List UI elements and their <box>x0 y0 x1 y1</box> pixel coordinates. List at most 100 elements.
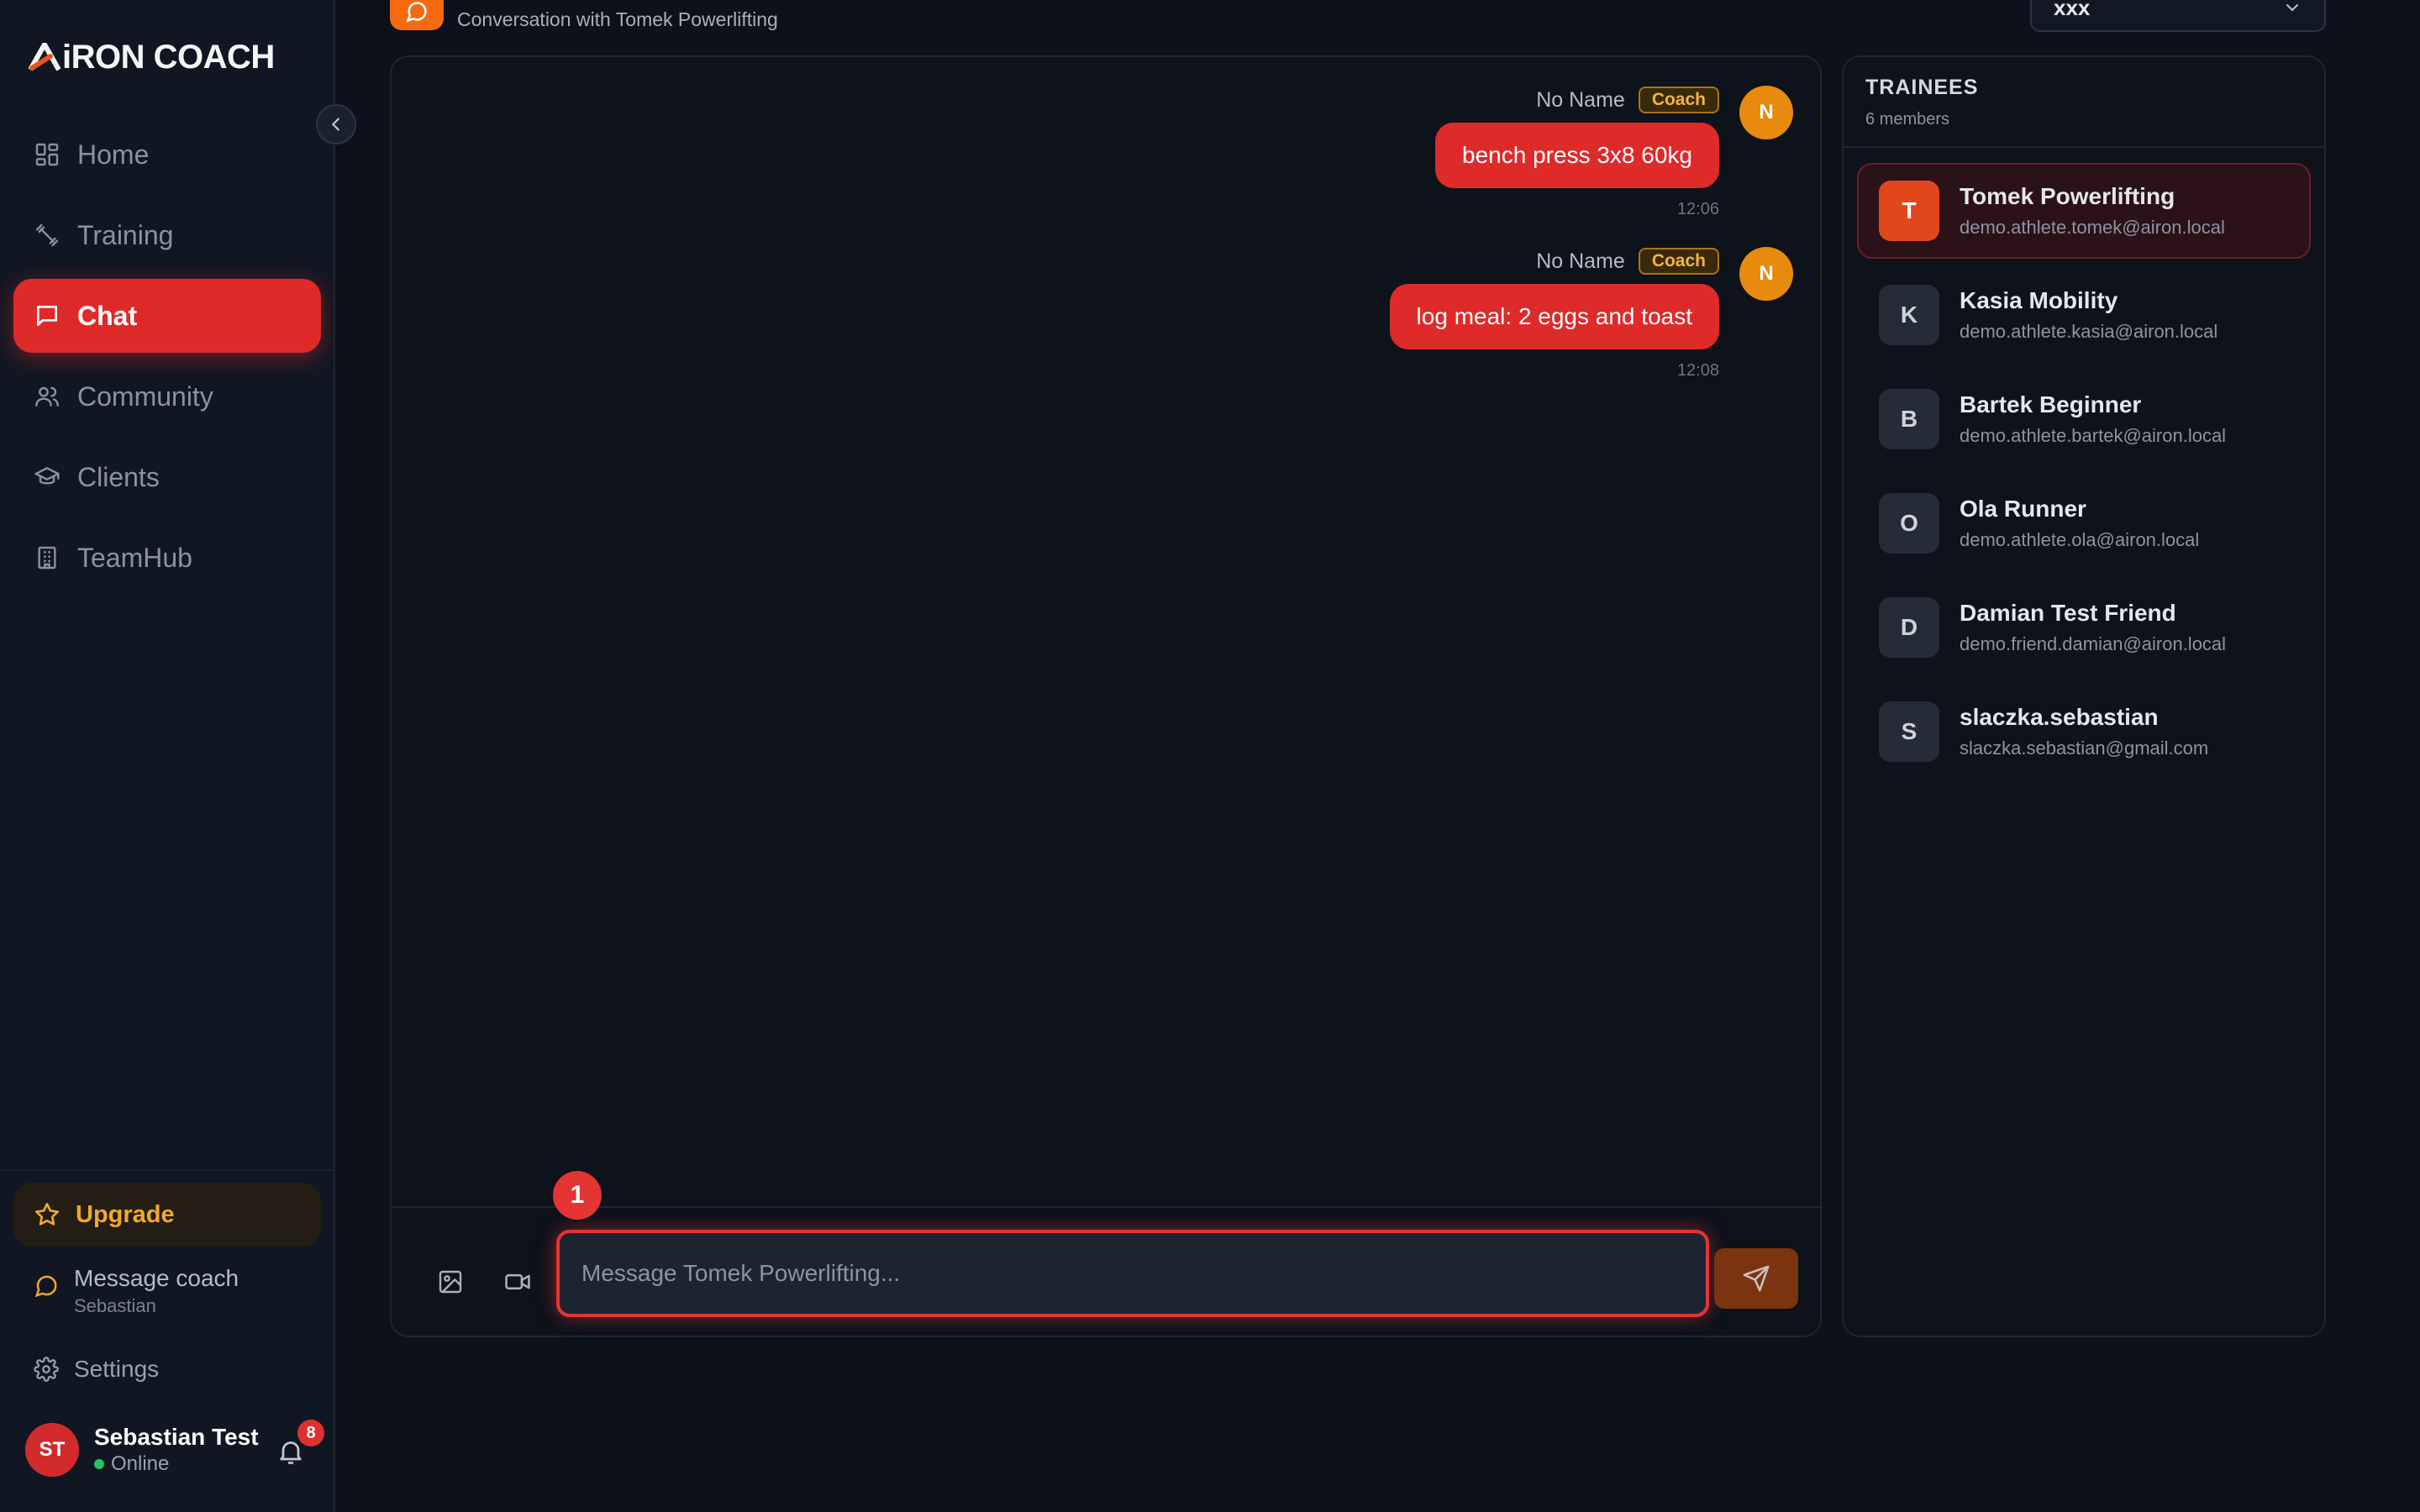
trainee-email: demo.athlete.ola@airon.local <box>1960 529 2200 550</box>
message-sender: No Name <box>1536 249 1625 273</box>
sidebar-item-chat[interactable]: Chat <box>13 279 321 353</box>
message-time: 12:06 <box>1676 200 1719 218</box>
message-coach-link[interactable]: Message coach Sebastian <box>34 1265 239 1317</box>
trainee-email: slaczka.sebastian@gmail.com <box>1960 738 2209 759</box>
graduation-cap-icon <box>34 467 60 485</box>
trainee-item[interactable]: O Ola Runner demo.athlete.ola@airon.loca… <box>1857 475 2311 571</box>
sidebar-item-label: TeamHub <box>77 542 192 573</box>
trainee-name: Kasia Mobility <box>1960 287 2118 313</box>
trainee-name: Damian Test Friend <box>1960 600 2176 626</box>
sidebar-item-teamhub[interactable]: TeamHub <box>13 521 321 595</box>
notification-badge: 8 <box>297 1420 324 1446</box>
sidebar-nav: Home Training Chat Community Clients Tea… <box>13 118 321 601</box>
logo-a-icon <box>29 43 60 71</box>
coach-badge: Coach <box>1638 87 1719 113</box>
trainees-list: T Tomek Powerlifting demo.athlete.tomek@… <box>1857 163 2311 788</box>
message-circle-icon <box>34 1275 57 1298</box>
trainee-name: Ola Runner <box>1960 496 2086 522</box>
star-icon <box>35 1203 59 1226</box>
coach-badge: Coach <box>1638 248 1719 275</box>
conversation-subtitle: Conversation with Tomek Powerlifting <box>457 8 778 30</box>
upgrade-button[interactable]: Upgrade <box>13 1183 321 1247</box>
avatar: D <box>1879 597 1939 658</box>
user-profile[interactable]: ST Sebastian Test Online <box>25 1423 259 1477</box>
trainee-email: demo.athlete.bartek@airon.local <box>1960 425 2227 446</box>
avatar: S <box>1879 701 1939 762</box>
settings-link[interactable]: Settings <box>34 1356 159 1383</box>
chat-icon <box>37 306 57 326</box>
users-icon <box>35 386 59 407</box>
trainees-panel: TRAINEES 6 members T Tomek Powerlifting … <box>1842 55 2326 1337</box>
send-icon <box>1743 1265 1770 1292</box>
trainee-email: demo.athlete.tomek@airon.local <box>1960 217 2225 238</box>
user-name: Sebastian Test <box>94 1424 259 1450</box>
dumbbell-icon <box>35 223 59 247</box>
sidebar-item-label: Community <box>77 381 213 412</box>
trainee-name: Tomek Powerlifting <box>1960 183 2175 209</box>
message-bubble: bench press 3x8 60kg <box>1435 123 1719 188</box>
sidebar-item-training[interactable]: Training <box>13 198 321 272</box>
message-input[interactable] <box>560 1233 1706 1314</box>
chevron-left-icon <box>331 118 339 131</box>
sidebar-item-clients[interactable]: Clients <box>13 440 321 514</box>
header-select-value: xxx <box>2054 0 2091 20</box>
gear-icon <box>34 1357 59 1382</box>
attach-video-button[interactable] <box>494 1258 541 1305</box>
message-time: 12:08 <box>1676 361 1719 380</box>
sidebar-item-label: Training <box>77 219 174 250</box>
video-icon <box>505 1273 530 1290</box>
message-bubble: log meal: 2 eggs and toast <box>1389 284 1719 349</box>
online-dot-icon <box>94 1459 104 1469</box>
chat-icon <box>406 2 427 23</box>
chat-message: No Name Coach bench press 3x8 60kg 12:06… <box>1435 86 1793 219</box>
building-icon <box>38 546 56 570</box>
settings-label: Settings <box>74 1356 160 1382</box>
trainees-title: TRAINEES <box>1865 76 1979 99</box>
trainee-item[interactable]: D Damian Test Friend demo.friend.damian@… <box>1857 580 2311 675</box>
composer-divider <box>392 1206 1820 1208</box>
trainee-item[interactable]: T Tomek Powerlifting demo.athlete.tomek@… <box>1857 163 2311 259</box>
trainee-email: demo.athlete.kasia@airon.local <box>1960 321 2218 342</box>
avatar: O <box>1879 493 1939 554</box>
sidebar: iRON COACH Home Training Chat Community … <box>0 0 335 1512</box>
trainees-count: 6 members <box>1865 110 1950 129</box>
header-chat-icon <box>390 0 444 30</box>
message-coach-sub: Sebastian <box>74 1295 156 1316</box>
avatar: ST <box>25 1423 79 1477</box>
app-logo[interactable]: iRON COACH <box>29 37 275 77</box>
sidebar-item-label: Chat <box>77 300 138 331</box>
logo-text: iRON COACH <box>62 38 275 76</box>
trainee-name: slaczka.sebastian <box>1960 704 2159 730</box>
sidebar-item-home[interactable]: Home <box>13 118 321 192</box>
avatar: N <box>1739 86 1793 139</box>
trainee-item[interactable]: S slaczka.sebastian slaczka.sebastian@gm… <box>1857 684 2311 780</box>
user-status-text: Online <box>111 1452 170 1475</box>
image-icon <box>439 1270 462 1294</box>
trainee-email: demo.friend.damian@airon.local <box>1960 633 2227 654</box>
sidebar-item-label: Home <box>77 139 150 170</box>
sidebar-item-community[interactable]: Community <box>13 360 321 433</box>
avatar: N <box>1739 247 1793 301</box>
sidebar-item-label: Clients <box>77 461 160 492</box>
trainee-item[interactable]: K Kasia Mobility demo.athlete.kasia@airo… <box>1857 267 2311 363</box>
attach-image-button[interactable] <box>427 1258 474 1305</box>
header-select[interactable]: xxx <box>2030 0 2326 32</box>
sidebar-divider <box>0 1169 334 1171</box>
trainee-name: Bartek Beginner <box>1960 391 2142 417</box>
composer-input-wrapper <box>556 1230 1709 1317</box>
user-status: Online <box>94 1452 259 1476</box>
send-button[interactable] <box>1714 1248 1798 1309</box>
upgrade-label: Upgrade <box>76 1200 175 1228</box>
chat-panel: No Name Coach bench press 3x8 60kg 12:06… <box>390 55 1822 1337</box>
collapse-sidebar-button[interactable] <box>316 104 356 144</box>
trainee-item[interactable]: B Bartek Beginner demo.athlete.bartek@ai… <box>1857 371 2311 467</box>
chat-message: No Name Coach log meal: 2 eggs and toast… <box>1389 247 1793 381</box>
trainees-header: TRAINEES 6 members <box>1844 57 2324 148</box>
avatar: T <box>1879 181 1939 241</box>
avatar: K <box>1879 285 1939 345</box>
chevron-down-icon <box>2286 4 2298 12</box>
message-coach-label: Message coach <box>74 1265 239 1291</box>
message-sender: No Name <box>1536 87 1625 112</box>
grid-icon <box>35 143 59 166</box>
step-badge: 1 <box>553 1171 602 1220</box>
